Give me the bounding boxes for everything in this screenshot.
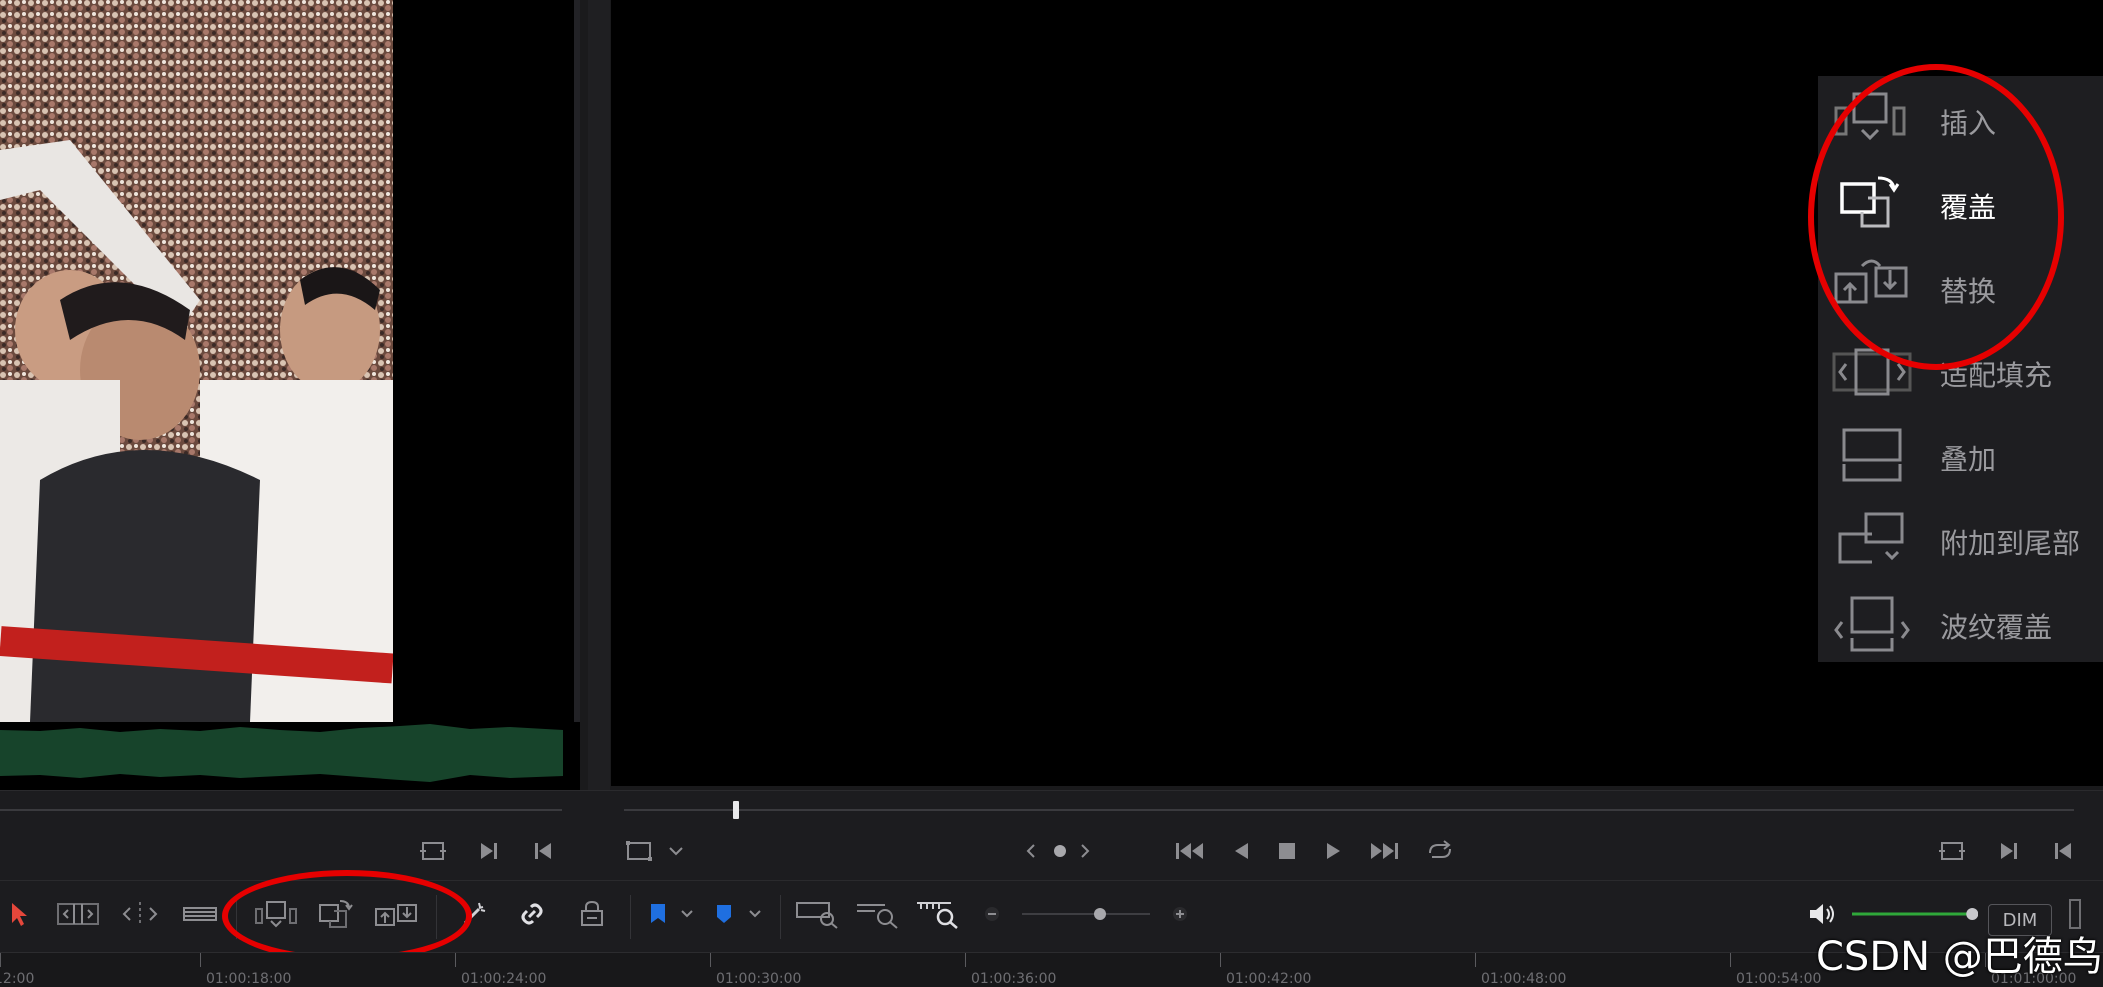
zoom-out-icon[interactable] (982, 895, 1002, 933)
playhead-handle[interactable] (733, 801, 739, 819)
ruler-timecode: 01:00:42:00 (1226, 971, 1312, 987)
timeline-prev-frame-icon[interactable] (2048, 835, 2078, 867)
timeline-loop-range-icon[interactable] (1935, 835, 1969, 867)
menu-label-ripple-overwrite: 波纹覆盖 (1940, 611, 2053, 644)
dynamic-trim-icon[interactable] (118, 895, 162, 933)
transform-icon[interactable] (622, 835, 656, 867)
loop-icon[interactable] (1422, 835, 1458, 867)
ruler-timecode: 01:00:30:00 (716, 971, 802, 987)
linked-selection-icon[interactable] (514, 895, 550, 933)
zoom-in-icon[interactable] (1170, 895, 1190, 933)
source-scrubber[interactable] (0, 809, 562, 811)
menu-label-append-at-end: 附加到尾部 (1940, 527, 2081, 560)
play-icon[interactable] (1318, 835, 1348, 867)
selection-tool-icon[interactable] (6, 895, 32, 933)
blade-tool-icon[interactable] (180, 895, 220, 933)
ruler-timecode: 01:00:18:00 (206, 971, 292, 987)
timeline-next-frame-icon[interactable] (1994, 835, 2024, 867)
menu-item-place-on-top[interactable]: 叠加 (1818, 414, 2103, 498)
jog-control[interactable] (1024, 835, 1124, 867)
play-reverse-icon[interactable] (1226, 835, 1256, 867)
marker-chevron-down-icon[interactable] (744, 895, 766, 933)
timeline-ruler[interactable]: 12:00 01:00:18:00 01:00:24:00 01:00:30:0… (0, 952, 2103, 987)
ruler-timecode: 01:00:36:00 (971, 971, 1057, 987)
toolbar-separator (630, 895, 631, 939)
zoom-full-extent-icon[interactable] (794, 895, 840, 933)
annotation-circle-toolbar (222, 870, 472, 962)
chevron-down-icon[interactable] (664, 837, 688, 865)
watermark: CSDN @巴德鸟 (1816, 934, 2103, 980)
annotation-circle-menu (1808, 64, 2064, 370)
toolbar-separator (780, 895, 781, 939)
menu-label-place-on-top: 叠加 (1940, 443, 1997, 476)
timeline-scrubber[interactable] (624, 809, 2074, 811)
trim-tool-icon[interactable] (56, 895, 100, 933)
menu-item-append-at-end[interactable]: 附加到尾部 (1818, 498, 2103, 582)
ruler-timecode: 01:00:24:00 (461, 971, 547, 987)
ripple-overwrite-icon (1834, 596, 1910, 652)
ruler-timecode: 12:00 (0, 971, 35, 987)
place-on-top-icon (1842, 428, 1902, 482)
flag-chevron-down-icon[interactable] (676, 895, 698, 933)
transport-bar (0, 790, 2103, 881)
next-frame-icon[interactable] (474, 835, 504, 867)
source-viewer[interactable] (0, 0, 580, 790)
ruler-timecode: 01:00:54:00 (1736, 971, 1822, 987)
append-at-end-icon (1838, 512, 1904, 564)
zoom-detail-icon[interactable] (854, 895, 900, 933)
zoom-slider[interactable] (1020, 895, 1152, 933)
flag-icon[interactable] (644, 895, 672, 933)
prev-frame-icon[interactable] (528, 835, 558, 867)
viewer-divider[interactable] (588, 0, 610, 790)
position-lock-icon[interactable] (574, 895, 610, 933)
go-to-end-icon[interactable] (1366, 835, 1402, 867)
source-viewer-scrollbar[interactable] (574, 0, 580, 722)
marker-icon[interactable] (710, 895, 738, 933)
zoom-custom-icon[interactable] (914, 895, 960, 933)
stop-icon[interactable] (1272, 835, 1302, 867)
go-to-start-icon[interactable] (1172, 835, 1208, 867)
source-video-frame (0, 0, 393, 722)
source-audio-waveform (0, 722, 563, 784)
menu-item-ripple-overwrite[interactable]: 波纹覆盖 (1818, 582, 2103, 666)
ruler-timecode: 01:00:48:00 (1481, 971, 1567, 987)
loop-range-icon[interactable] (416, 835, 450, 867)
